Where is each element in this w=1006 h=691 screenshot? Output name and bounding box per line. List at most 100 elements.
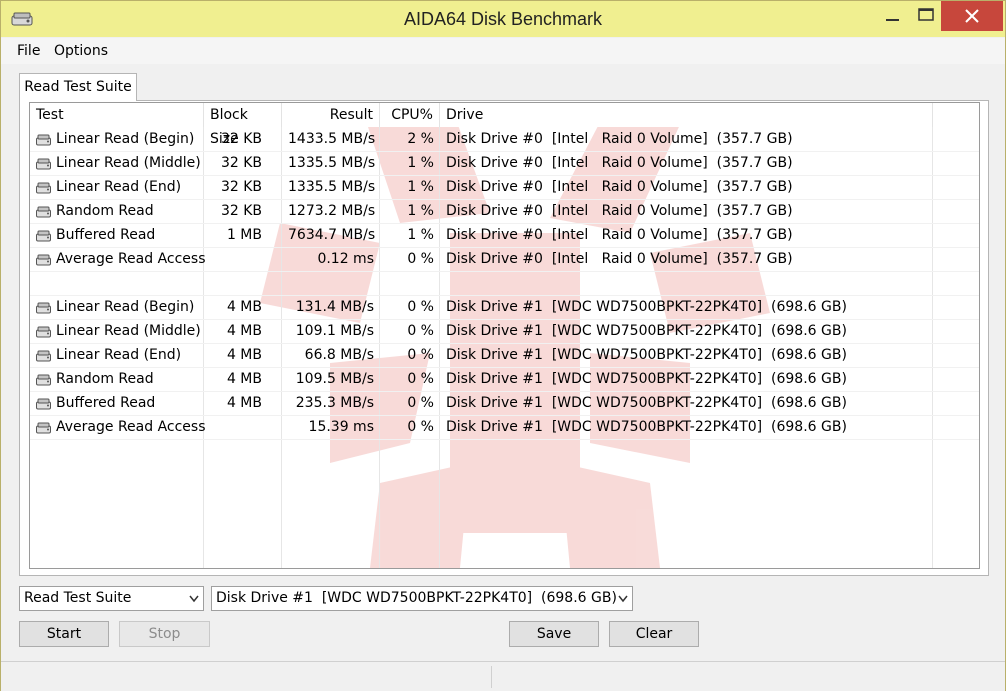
stop-button[interactable]: Stop <box>119 621 210 647</box>
cell-drive: Disk Drive #0 [Intel Raid 0 Volume] (357… <box>446 131 793 147</box>
cell-cpu: 0 % <box>407 323 434 339</box>
cell-drive: Disk Drive #1 [WDC WD7500BPKT-22PK4T0] (… <box>446 323 847 339</box>
table-row[interactable]: Linear Read (Middle) 4 MB 109.1 MB/s 0 % Dis… <box>30 319 979 344</box>
cell-block-size: 32 KB <box>220 155 262 171</box>
cell-result: 15.39 ms <box>308 419 374 435</box>
table-row[interactable]: Average Read Access 0.12 ms 0 % Disk Drive … <box>30 247 979 272</box>
hard-disk-icon <box>36 230 51 242</box>
column-header-block-size[interactable]: Block Size <box>204 103 282 147</box>
table-row[interactable]: Random Read 4 MB 109.5 MB/s 0 % Disk Drive #… <box>30 367 979 392</box>
table-row[interactable]: Average Read Access 15.39 ms 0 % Disk Drive… <box>30 415 979 440</box>
cell-block-size: 32 KB <box>220 131 262 147</box>
hard-disk-icon <box>36 206 51 218</box>
chevron-down-icon <box>189 595 199 603</box>
title-bar[interactable]: AIDA64 Disk Benchmark <box>1 1 1005 37</box>
cell-block-size: 4 MB <box>226 371 262 387</box>
cell-result: 1335.5 MB/s <box>288 179 376 195</box>
tab-read-test-suite[interactable]: Read Test Suite <box>19 73 137 101</box>
cell-cpu: 1 % <box>407 179 434 195</box>
cell-test: Average Read Access <box>56 419 206 435</box>
cell-result: 131.4 MB/s <box>295 299 374 315</box>
cell-result: 1433.5 MB/s <box>288 131 376 147</box>
cell-drive: Disk Drive #1 [WDC WD7500BPKT-22PK4T0] (… <box>446 347 847 363</box>
drive-select[interactable]: Disk Drive #1 [WDC WD7500BPKT-22PK4T0] (… <box>211 586 633 611</box>
table-row[interactable]: Buffered Read 1 MB 7634.7 MB/s 1 % Disk Driv… <box>30 223 979 248</box>
hard-disk-icon <box>36 398 51 410</box>
cell-block-size: 4 MB <box>226 347 262 363</box>
table-row[interactable]: Buffered Read 4 MB 235.3 MB/s 0 % Disk Drive… <box>30 391 979 416</box>
cell-test: Linear Read (Middle) <box>56 155 201 171</box>
cell-block-size <box>204 415 282 439</box>
hard-disk-icon <box>36 254 51 266</box>
cell-test: Random Read <box>56 371 154 387</box>
cell-block-size: 4 MB <box>226 299 262 315</box>
window-title: AIDA64 Disk Benchmark <box>403 9 603 29</box>
cell-test: Linear Read (Begin) <box>56 299 195 315</box>
cell-block-size <box>204 247 282 271</box>
cell-cpu: 1 % <box>407 227 434 243</box>
table-row[interactable]: Linear Read (Begin) 32 KB 1433.5 MB/s 2 % Di… <box>30 127 979 152</box>
hard-disk-icon <box>36 158 51 170</box>
cell-test: Average Read Access <box>56 251 206 267</box>
hard-disk-icon <box>36 182 51 194</box>
cell-drive: Disk Drive #0 [Intel Raid 0 Volume] (357… <box>446 155 793 171</box>
cell-drive: Disk Drive #1 [WDC WD7500BPKT-22PK4T0] (… <box>446 371 847 387</box>
cell-test: Linear Read (End) <box>56 179 182 195</box>
table-row[interactable]: Linear Read (Middle) 32 KB 1335.5 MB/s 1 % D… <box>30 151 979 176</box>
cell-block-size: 4 MB <box>226 323 262 339</box>
cell-drive: Disk Drive #0 [Intel Raid 0 Volume] (357… <box>446 251 793 267</box>
cell-test: Linear Read (Middle) <box>56 323 201 339</box>
cell-drive: Disk Drive #0 [Intel Raid 0 Volume] (357… <box>446 179 793 195</box>
column-header-drive[interactable]: Drive <box>440 103 933 127</box>
hard-disk-icon <box>36 422 51 434</box>
menu-bar: File Options <box>1 38 1005 64</box>
cell-cpu: 0 % <box>407 299 434 315</box>
suite-select[interactable]: Read Test Suite <box>19 586 204 611</box>
cell-drive: Disk Drive #1 [WDC WD7500BPKT-22PK4T0] (… <box>446 395 847 411</box>
cell-result: 7634.7 MB/s <box>288 227 376 243</box>
benchmark-window: AIDA64 Disk Benchmark File Options Read … <box>0 0 1006 691</box>
hard-disk-icon <box>36 134 51 146</box>
hard-disk-icon <box>36 326 51 338</box>
hard-disk-icon <box>36 350 51 362</box>
cell-cpu: 0 % <box>407 419 434 435</box>
cell-test: Buffered Read <box>56 227 156 243</box>
cell-drive: Disk Drive #0 [Intel Raid 0 Volume] (357… <box>446 203 793 219</box>
table-row[interactable]: Linear Read (Begin) 4 MB 131.4 MB/s 0 % Disk… <box>30 295 979 320</box>
hard-disk-icon <box>36 374 51 386</box>
cell-result: 66.8 MB/s <box>304 347 374 363</box>
column-header-test[interactable]: Test <box>30 103 204 127</box>
menu-options[interactable]: Options <box>54 43 108 59</box>
close-icon <box>965 9 979 23</box>
column-header-cpu[interactable]: CPU% <box>380 103 440 127</box>
menu-file[interactable]: File <box>17 43 40 59</box>
drive-select-value: Disk Drive #1 [WDC WD7500BPKT-22PK4T0] (… <box>216 590 617 606</box>
cell-result: 235.3 MB/s <box>295 395 374 411</box>
cell-test: Random Read <box>56 203 154 219</box>
results-table[interactable]: Test Block Size Result CPU% Drive Linear… <box>29 102 980 569</box>
close-button[interactable] <box>941 1 1003 31</box>
cell-cpu: 0 % <box>407 347 434 363</box>
save-button[interactable]: Save <box>509 621 599 647</box>
chevron-down-icon <box>618 595 628 603</box>
cell-result: 109.5 MB/s <box>295 371 374 387</box>
cell-test: Linear Read (Begin) <box>56 131 195 147</box>
clear-button[interactable]: Clear <box>609 621 699 647</box>
table-row[interactable]: Linear Read (End) 4 MB 66.8 MB/s 0 % Disk Dr… <box>30 343 979 368</box>
cell-cpu: 1 % <box>407 203 434 219</box>
column-header-result[interactable]: Result <box>282 103 380 127</box>
hard-disk-icon <box>36 302 51 314</box>
start-button[interactable]: Start <box>19 621 109 647</box>
table-row-empty <box>30 271 979 296</box>
cell-drive: Disk Drive #1 [WDC WD7500BPKT-22PK4T0] (… <box>446 419 847 435</box>
cell-cpu: 0 % <box>407 371 434 387</box>
cell-test: Buffered Read <box>56 395 156 411</box>
cell-block-size: 1 MB <box>226 227 262 243</box>
cell-cpu: 1 % <box>407 155 434 171</box>
table-row[interactable]: Linear Read (End) 32 KB 1335.5 MB/s 1 % Disk… <box>30 175 979 200</box>
table-row[interactable]: Random Read 32 KB 1273.2 MB/s 1 % Disk Drive… <box>30 199 979 224</box>
cell-cpu: 0 % <box>407 251 434 267</box>
suite-select-value: Read Test Suite <box>24 590 132 606</box>
cell-cpu: 2 % <box>407 131 434 147</box>
cell-block-size: 4 MB <box>226 395 262 411</box>
